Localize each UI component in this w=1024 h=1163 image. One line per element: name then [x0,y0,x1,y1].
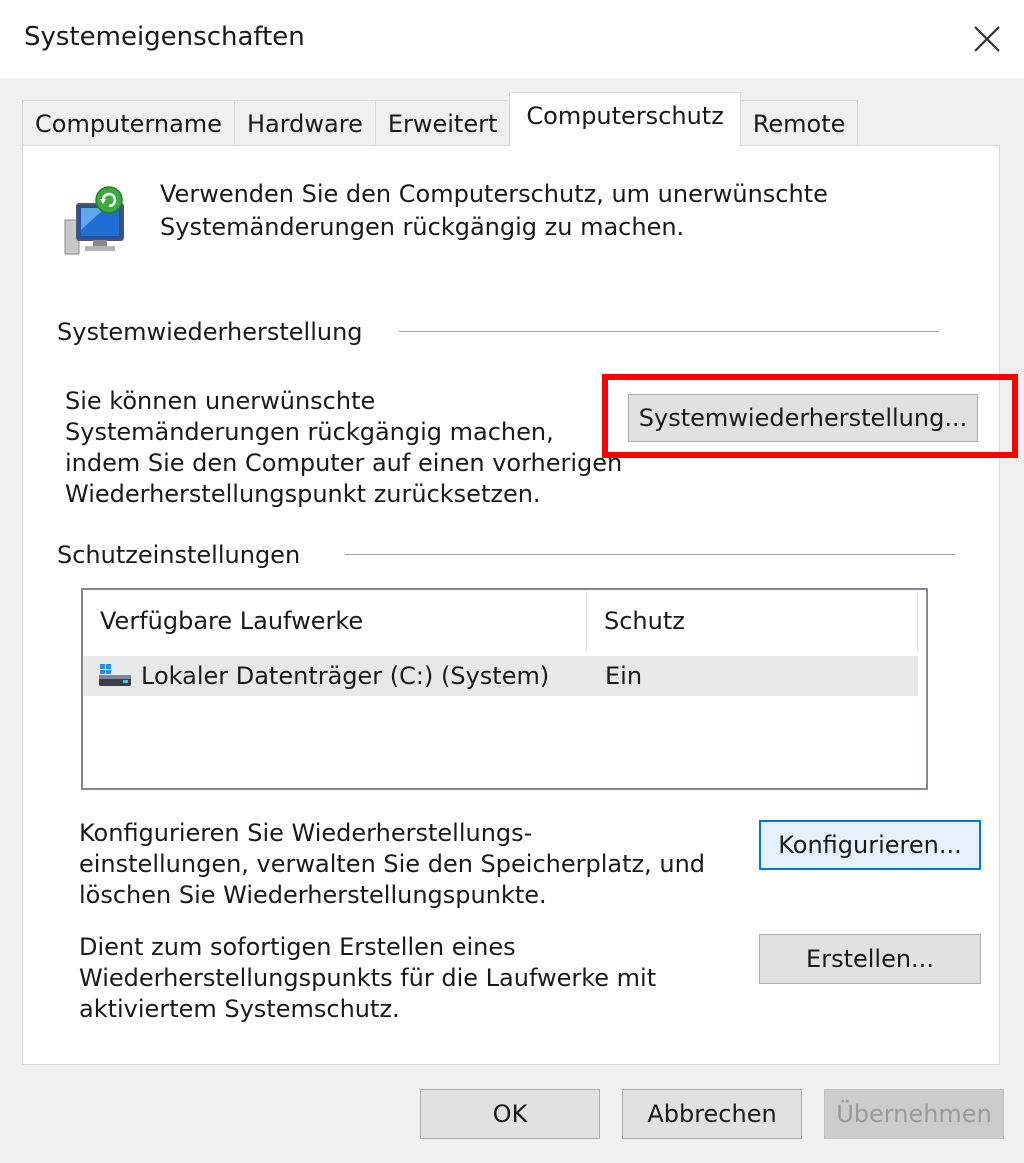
create-desc-line-2: Wiederherstellungspunkts für die Laufwer… [79,964,657,992]
close-button[interactable] [950,0,1024,78]
system-protection-icon [64,186,124,255]
intro-line-2: Systemänderungen rückgängig zu machen. [160,213,685,241]
system-properties-window: Systemeigenschaften Computername Hardwar… [0,0,1024,1163]
intro-description: Verwenden Sie den Computerschutz, um une… [160,178,940,244]
configure-desc-line-3: löschen Sie Wiederherstellungspunkte. [79,881,547,909]
tab-hardware[interactable]: Hardware [233,100,376,146]
system-restore-button[interactable]: Systemwiederherstellung... [628,394,978,442]
tab-remote[interactable]: Remote [739,100,859,146]
cancel-button[interactable]: Abbrechen [622,1089,802,1139]
protection-group-label: Schutzeinstellungen [57,541,309,569]
create-desc-line-1: Dient zum sofortigen Erstellen eines [79,933,516,961]
computer-protection-panel: Verwenden Sie den Computerschutz, um une… [22,145,1018,1065]
tab-computerschutz[interactable]: Computerschutz [509,92,741,146]
drive-protection-status: Ein [605,662,643,690]
window-title: Systemeigenschaften [24,22,305,52]
restore-desc-line-4: Wiederherstellungspunkt zurücksetzen. [65,480,541,508]
configure-button[interactable]: Konfigurieren... [759,820,981,870]
tab-erweitert[interactable]: Erweitert [374,100,511,146]
drives-list[interactable]: Verfügbare Laufwerke Schutz Lokaler Date… [81,588,928,790]
restore-group-divider [399,331,939,332]
create-button[interactable]: Erstellen... [759,934,981,984]
tab-strip: Computername Hardware Erweitert Computer… [22,92,859,146]
configure-desc-line-1: Konfigurieren Sie Wiederherstellungs- [79,819,533,847]
apply-button: Übernehmen [824,1089,1004,1139]
tab-computername[interactable]: Computername [22,100,235,146]
close-icon [974,26,1000,52]
restore-desc-line-1: Sie können unerwünschte [65,387,376,415]
restore-desc-line-2: Systemänderungen rückgängig machen, [65,418,554,446]
drive-name: Lokaler Datenträger (C:) (System) [141,662,550,690]
drive-icon [99,664,131,686]
restore-group-label: Systemwiederherstellung [57,318,371,346]
dialog-footer: OK Abbrechen Übernehmen [0,1065,1024,1163]
create-desc-line-3: aktiviertem Systemschutz. [79,995,400,1023]
create-description: Dient zum sofortigen Erstellen eines Wie… [79,932,719,1025]
ok-button[interactable]: OK [420,1089,600,1139]
column-header-drives[interactable]: Verfügbare Laufwerke [83,590,587,652]
configure-desc-line-2: einstellungen, verwalten Sie den Speiche… [79,850,706,878]
column-header-protection[interactable]: Schutz [587,590,918,652]
drives-list-header: Verfügbare Laufwerke Schutz [83,590,918,652]
restore-desc-line-3: indem Sie den Computer auf einen vorheri… [65,449,623,477]
protection-group-divider [345,554,955,555]
restore-description: Sie können unerwünschte Systemänderungen… [65,386,625,510]
title-bar: Systemeigenschaften [0,0,1024,78]
table-row[interactable]: Lokaler Datenträger (C:) (System) Ein [83,656,918,696]
configure-description: Konfigurieren Sie Wiederherstellungs- ei… [79,818,719,911]
intro-line-1: Verwenden Sie den Computerschutz, um une… [160,180,828,208]
